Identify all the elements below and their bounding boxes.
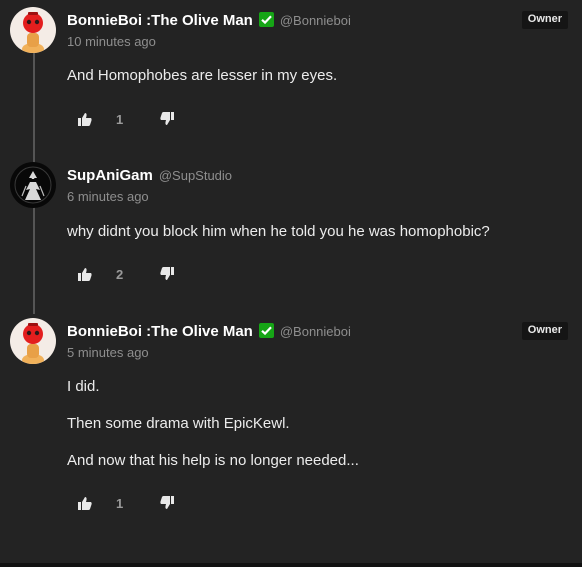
thumbs-up-icon[interactable] <box>78 496 92 515</box>
thumbs-up-icon[interactable] <box>78 112 92 131</box>
timestamp: 5 minutes ago <box>67 345 149 360</box>
avatar[interactable] <box>10 318 56 364</box>
owner-badge: Owner <box>521 322 568 340</box>
bottom-divider <box>0 563 582 567</box>
author-name[interactable]: SupAniGam @SupStudio <box>67 167 232 184</box>
author-handle[interactable]: @Bonnieboi <box>280 324 351 339</box>
comment-text: Then some drama with EpicKewl. <box>67 415 290 432</box>
verified-check-icon <box>258 323 274 338</box>
author-handle[interactable]: @Bonnieboi <box>280 13 351 28</box>
author-name[interactable]: BonnieBoi :The Olive Man @Bonnieboi <box>67 323 351 340</box>
thumbs-down-icon[interactable] <box>160 496 174 515</box>
comment-text: And Homophobes are lesser in my eyes. <box>67 67 338 84</box>
author-name[interactable]: BonnieBoi :The Olive Man @Bonnieboi <box>67 12 351 29</box>
author-handle[interactable]: @SupStudio <box>159 168 232 183</box>
thumbs-down-icon[interactable] <box>160 267 174 286</box>
comment: BonnieBoi :The Olive Man @Bonnieboi 10 mi… <box>0 0 582 155</box>
owner-badge: Owner <box>521 11 568 29</box>
comment: BonnieBoi :The Olive Man @Bonnieboi 5 min… <box>0 311 582 563</box>
avatar[interactable] <box>10 162 56 208</box>
thumbs-up-icon[interactable] <box>78 267 92 286</box>
like-count: 1 <box>116 112 124 127</box>
comment-text: And now that his help is no longer neede… <box>67 452 359 469</box>
comment-text: I did. <box>67 378 100 395</box>
timestamp: 6 minutes ago <box>67 189 149 204</box>
comment: SupAniGam @SupStudio 6 minutes ago why di… <box>0 155 582 310</box>
timestamp: 10 minutes ago <box>67 34 156 49</box>
comment-text: why didnt you block him when he told you… <box>67 223 490 240</box>
verified-check-icon <box>258 12 274 27</box>
thumbs-down-icon[interactable] <box>160 112 174 131</box>
like-count: 2 <box>116 267 124 282</box>
avatar[interactable] <box>10 7 56 53</box>
like-count: 1 <box>116 496 124 511</box>
